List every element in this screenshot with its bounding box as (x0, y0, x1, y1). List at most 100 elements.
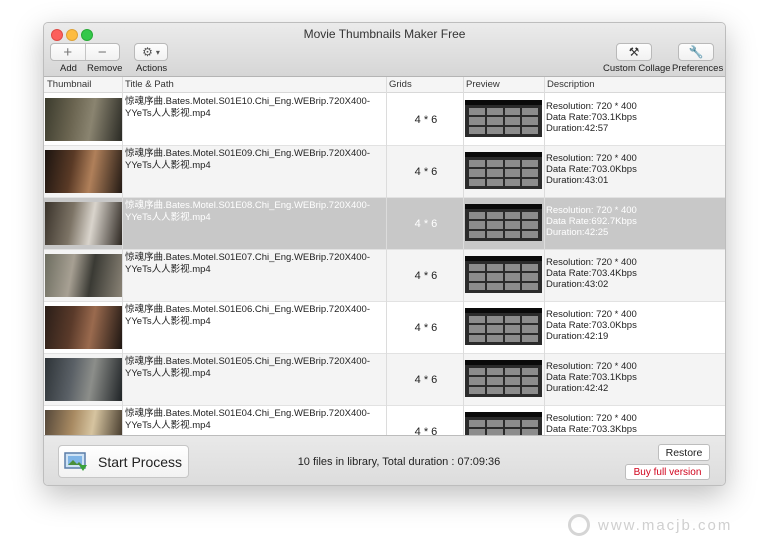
add-button[interactable]: + (51, 44, 85, 60)
preview-cell (469, 178, 485, 186)
column-header-preview[interactable]: Preview (466, 79, 500, 90)
preview-cell (486, 126, 503, 134)
preview-cell (486, 160, 503, 168)
preview-cell (504, 221, 521, 229)
preview-cell (504, 420, 521, 428)
remove-label: Remove (87, 63, 123, 74)
grid-size[interactable]: 4 * 6 (389, 406, 463, 435)
preview-cell (522, 178, 538, 186)
preview-cell (522, 273, 538, 281)
description-duration: Duration:42:25 (546, 227, 609, 238)
grid-size[interactable]: 4 * 6 (389, 354, 463, 406)
preview-cell (504, 169, 521, 177)
preview-cell (469, 334, 485, 342)
file-description: Resolution: 720 * 400 Data Rate:703.0Kbps… (546, 153, 725, 186)
preview-cell (469, 377, 485, 385)
picture-icon (64, 451, 87, 471)
grid-size[interactable]: 4 * 6 (389, 302, 463, 354)
wrench-icon: 🔧 (688, 45, 704, 59)
preview-cell (504, 178, 521, 186)
file-description: Resolution: 720 * 400 Data Rate:703.4Kbps… (546, 257, 725, 290)
chevron-down-icon: ▾ (155, 47, 160, 57)
buy-full-version-button[interactable]: Buy full version (625, 464, 710, 480)
file-title: 惊魂序曲.Bates.Motel.S01E10.Chi_Eng.WEBrip.7… (125, 96, 371, 119)
watermark-logo-icon (568, 514, 590, 536)
preview-cell (522, 377, 538, 385)
titlebar-toolbar: Movie Thumbnails Maker Free + − Add Remo… (44, 23, 725, 77)
table-header: Thumbnail Title & Path Grids Preview Des… (44, 77, 725, 93)
description-resolution: Resolution: 720 * 400 (546, 361, 637, 372)
start-process-button[interactable]: Start Process (58, 445, 189, 478)
preview-cell (469, 264, 485, 272)
description-resolution: Resolution: 720 * 400 (546, 309, 637, 320)
description-rate: Data Rate:703.4Kbps (546, 268, 637, 279)
table-row[interactable]: 惊魂序曲.Bates.Motel.S01E09.Chi_Eng.WEBrip.7… (44, 146, 725, 198)
preview-cell (486, 386, 503, 394)
file-title: 惊魂序曲.Bates.Motel.S01E09.Chi_Eng.WEBrip.7… (125, 148, 371, 171)
column-header-grids[interactable]: Grids (389, 79, 412, 90)
table-row[interactable]: 惊魂序曲.Bates.Motel.S01E06.Chi_Eng.WEBrip.7… (44, 302, 725, 354)
video-thumbnail (45, 410, 122, 435)
preview-cell (522, 368, 538, 376)
description-resolution: Resolution: 720 * 400 (546, 205, 637, 216)
description-duration: Duration:43:02 (546, 279, 609, 290)
table-row[interactable]: 惊魂序曲.Bates.Motel.S01E07.Chi_Eng.WEBrip.7… (44, 250, 725, 302)
contact-sheet-preview (465, 256, 542, 293)
watermark: www.macjb.com (568, 514, 732, 536)
preview-cell (469, 230, 485, 238)
start-process-label: Start Process (98, 453, 183, 470)
preview-cell (486, 368, 503, 376)
custom-collage-button[interactable]: ⚒ (616, 43, 652, 61)
preview-cell (486, 273, 503, 281)
column-header-thumbnail[interactable]: Thumbnail (47, 79, 91, 90)
description-duration: Duration:42:57 (546, 123, 609, 134)
grid-size[interactable]: 4 * 6 (389, 198, 463, 250)
preview-cell (522, 212, 538, 220)
preview-cell (522, 386, 538, 394)
actions-menu-button[interactable]: ⚙ ▾ (134, 43, 168, 61)
grid-size[interactable]: 4 * 6 (389, 94, 463, 146)
description-resolution: Resolution: 720 * 400 (546, 413, 637, 424)
table-row[interactable]: 惊魂序曲.Bates.Motel.S01E04.Chi_Eng.WEBrip.7… (44, 406, 725, 435)
contact-sheet-preview (465, 204, 542, 241)
file-description: Resolution: 720 * 400 Data Rate:703.0Kbps… (546, 309, 725, 342)
file-title: 惊魂序曲.Bates.Motel.S01E04.Chi_Eng.WEBrip.7… (125, 408, 371, 431)
grid-size[interactable]: 4 * 6 (389, 146, 463, 198)
description-rate: Data Rate:703.1Kbps (546, 372, 637, 383)
preview-cell (522, 325, 538, 333)
preview-cell (486, 334, 503, 342)
preview-cell (504, 386, 521, 394)
grid-size[interactable]: 4 * 6 (389, 250, 463, 302)
restore-button[interactable]: Restore (658, 444, 710, 461)
custom-collage-label: Custom Collage (603, 63, 671, 74)
preview-cell (469, 108, 485, 116)
file-title: 惊魂序曲.Bates.Motel.S01E07.Chi_Eng.WEBrip.7… (125, 252, 371, 275)
app-window: Movie Thumbnails Maker Free + − Add Remo… (43, 22, 726, 486)
preview-cell (504, 117, 521, 125)
preview-cell (522, 420, 538, 428)
table-row[interactable]: 惊魂序曲.Bates.Motel.S01E08.Chi_Eng.WEBrip.7… (44, 198, 725, 250)
column-header-description[interactable]: Description (547, 79, 595, 90)
preview-cell (486, 420, 503, 428)
column-divider (463, 77, 464, 435)
file-table[interactable]: Thumbnail Title & Path Grids Preview Des… (44, 77, 725, 435)
remove-button[interactable]: − (84, 44, 120, 60)
table-row[interactable]: 惊魂序曲.Bates.Motel.S01E10.Chi_Eng.WEBrip.7… (44, 94, 725, 146)
file-description: Resolution: 720 * 400 Data Rate:692.7Kbps… (546, 205, 725, 238)
video-thumbnail (45, 98, 122, 141)
add-label: Add (60, 63, 77, 74)
preferences-button[interactable]: 🔧 (678, 43, 714, 61)
preview-cell (522, 334, 538, 342)
table-row[interactable]: 惊魂序曲.Bates.Motel.S01E05.Chi_Eng.WEBrip.7… (44, 354, 725, 406)
column-divider (386, 77, 387, 435)
preview-cell (469, 325, 485, 333)
file-description: Resolution: 720 * 400 Data Rate:703.1Kbps… (546, 101, 725, 134)
preview-cell (486, 169, 503, 177)
preview-cell (486, 316, 503, 324)
preview-cell (469, 386, 485, 394)
preview-cell (522, 230, 538, 238)
description-duration: Duration:42:19 (546, 331, 609, 342)
column-header-title[interactable]: Title & Path (125, 79, 174, 90)
preview-cell (504, 282, 521, 290)
preview-cell (504, 108, 521, 116)
